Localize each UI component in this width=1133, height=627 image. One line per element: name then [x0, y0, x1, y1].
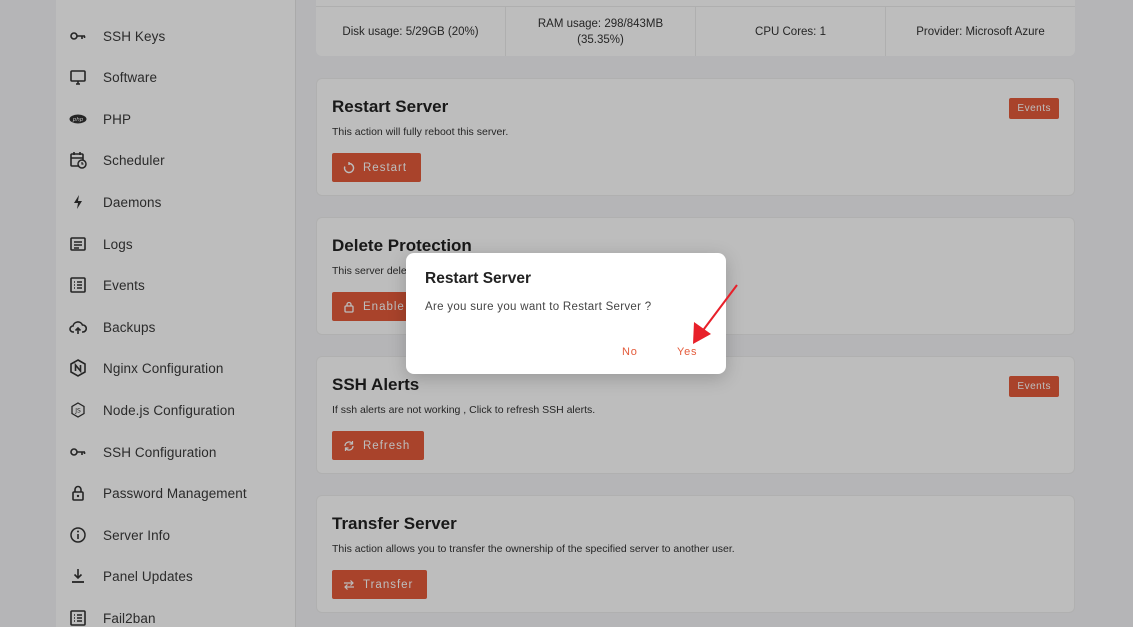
dialog-message: Are you sure you want to Restart Server … [425, 301, 652, 313]
no-button[interactable]: No [622, 346, 638, 358]
dialog-title: Restart Server [425, 270, 531, 287]
yes-button[interactable]: Yes [677, 346, 697, 358]
confirm-dialog: Restart Server Are you sure you want to … [406, 253, 726, 374]
